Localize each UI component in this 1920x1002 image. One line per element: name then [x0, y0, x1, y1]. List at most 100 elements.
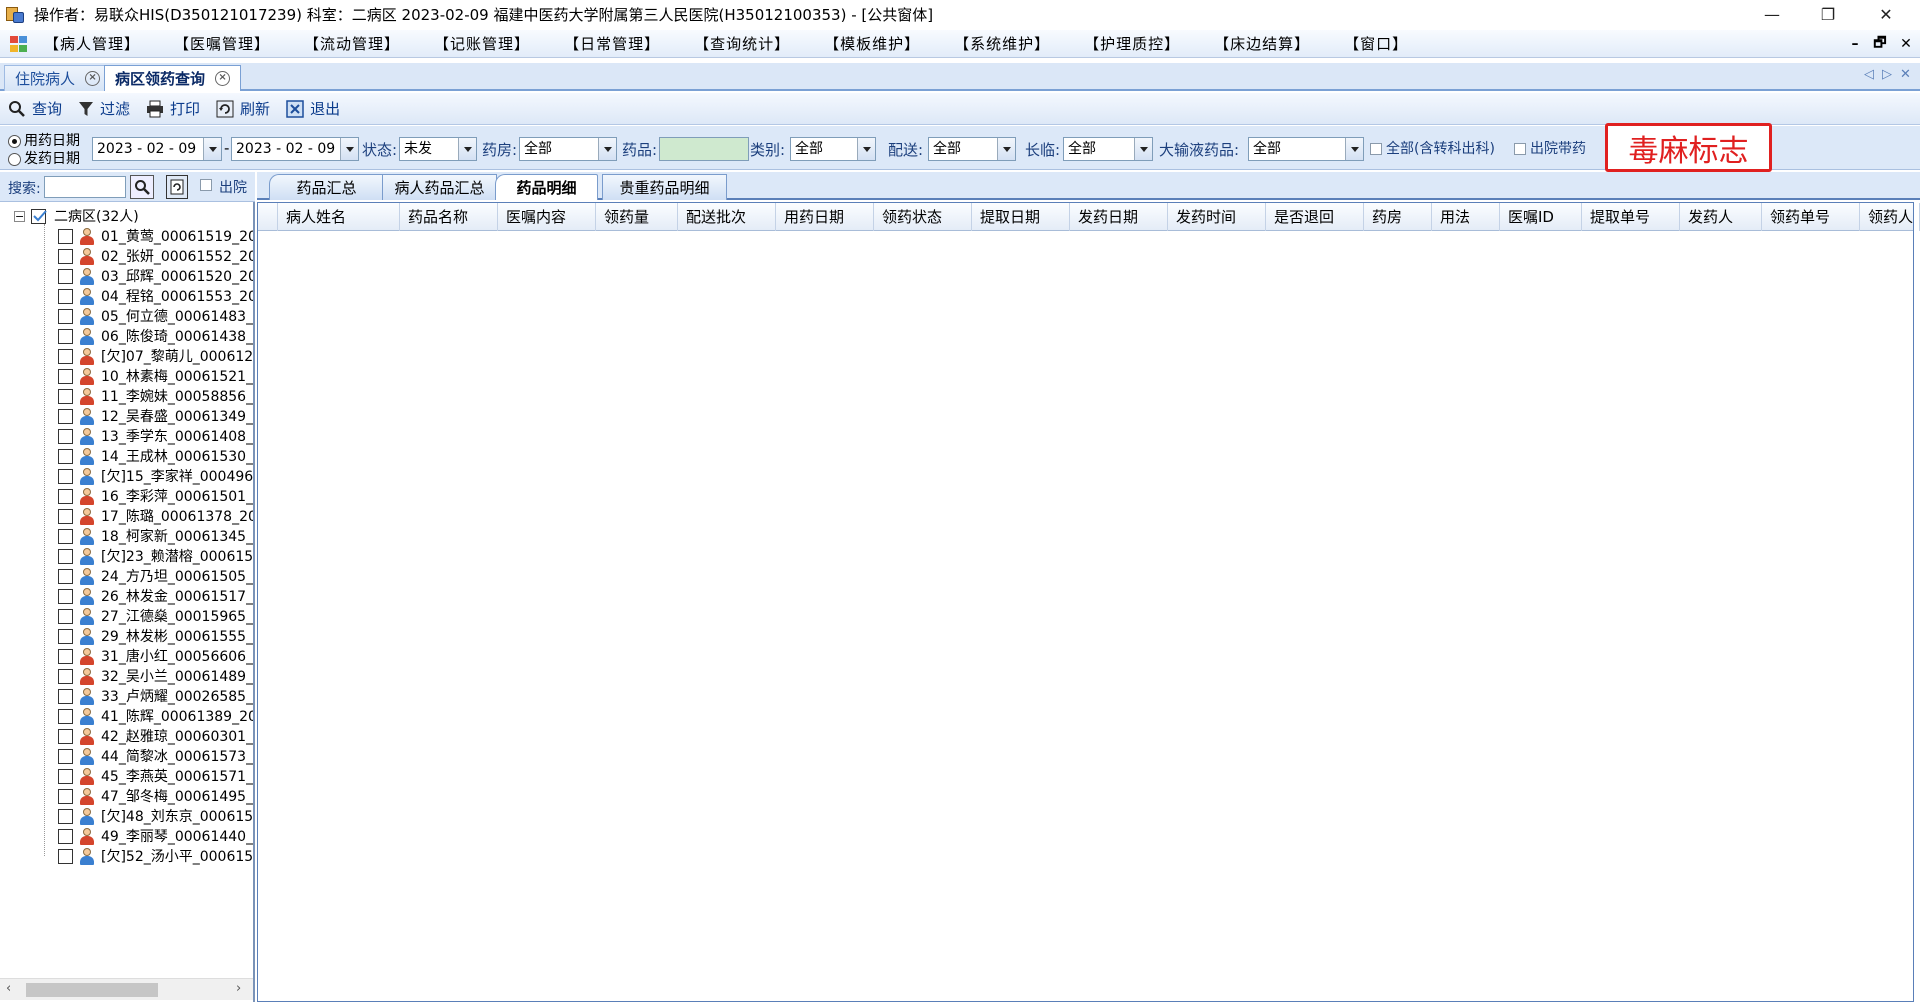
date-to-picker[interactable]: 2023 - 02 - 09 [231, 137, 359, 161]
column-header[interactable]: 是否退回 [1266, 203, 1364, 231]
patient-checkbox[interactable] [58, 288, 73, 304]
infusion-select[interactable]: 全部 [1248, 137, 1364, 161]
menu-bedside-settle[interactable]: 【床边结算】 [1214, 33, 1310, 54]
patient-checkbox[interactable] [58, 808, 73, 824]
patient-node[interactable]: [欠]48_刘东京_0006153 [58, 806, 253, 826]
patient-node[interactable]: 01_黄莺_00061519_2023 [58, 226, 253, 246]
patient-checkbox[interactable] [58, 308, 73, 324]
column-header[interactable]: 药房 [1364, 203, 1432, 231]
patient-node[interactable]: 44_简黎冰_00061573_20 [58, 746, 253, 766]
patient-node[interactable]: 42_赵雅琼_00060301_20 [58, 726, 253, 746]
patient-checkbox[interactable] [58, 488, 73, 504]
column-header[interactable]: 发药时间 [1168, 203, 1266, 231]
column-header[interactable]: 领药量 [596, 203, 678, 231]
search-button[interactable] [130, 175, 154, 199]
delivery-select[interactable]: 全部 [928, 137, 1016, 161]
column-header[interactable]: 发药人 [1680, 203, 1762, 231]
scroll-left-icon[interactable]: ◁ [1864, 67, 1874, 82]
column-header[interactable]: 发药日期 [1070, 203, 1168, 231]
patient-checkbox[interactable] [58, 468, 73, 484]
print-button[interactable]: 打印 [146, 98, 200, 119]
menu-daily[interactable]: 【日常管理】 [564, 33, 660, 54]
longtemp-select[interactable]: 全部 [1063, 137, 1153, 161]
column-header[interactable]: 医嘱ID [1500, 203, 1582, 231]
menu-template[interactable]: 【模板维护】 [824, 33, 920, 54]
patient-checkbox[interactable] [58, 828, 73, 844]
tab-drug-detail[interactable]: 药品明细 [495, 174, 598, 200]
column-header[interactable]: 领药单号 [1762, 203, 1860, 231]
patient-checkbox[interactable] [58, 788, 73, 804]
patient-checkbox[interactable] [58, 568, 73, 584]
collapse-icon[interactable]: − [14, 210, 25, 222]
mdi-minimize-button[interactable]: – [1843, 30, 1867, 58]
close-window-button[interactable]: ✕ [1858, 0, 1914, 28]
patient-checkbox[interactable] [58, 348, 73, 364]
menu-query-stats[interactable]: 【查询统计】 [694, 33, 790, 54]
discharge-checkbox[interactable] [200, 179, 212, 191]
patient-node[interactable]: 27_江德燊_00015965_20 [58, 606, 253, 626]
patient-checkbox[interactable] [58, 248, 73, 264]
patient-node[interactable]: 31_唐小红_00056606_20 [58, 646, 253, 666]
patient-node[interactable]: 18_柯家新_00061345_20 [58, 526, 253, 546]
patient-checkbox[interactable] [58, 628, 73, 644]
menu-orders[interactable]: 【医嘱管理】 [174, 33, 270, 54]
minimize-button[interactable]: — [1744, 0, 1800, 28]
patient-checkbox[interactable] [58, 508, 73, 524]
query-button[interactable]: 查询 [8, 98, 62, 119]
patient-checkbox[interactable] [58, 228, 73, 244]
patient-node[interactable]: [欠]23_赖潜榕_0006151 [58, 546, 253, 566]
patient-checkbox[interactable] [58, 708, 73, 724]
patient-node[interactable]: 47_邹冬梅_00061495_20 [58, 786, 253, 806]
patient-checkbox[interactable] [58, 448, 73, 464]
patient-node[interactable]: 03_邱辉_00061520_2023 [58, 266, 253, 286]
chevron-down-icon[interactable] [458, 138, 476, 160]
tab-inpatients[interactable]: 住院病人 × [4, 65, 112, 91]
column-header[interactable]: 领药状态 [874, 203, 972, 231]
ward-root-node[interactable]: − 二病区(32人) [14, 206, 139, 226]
close-icon[interactable]: × [85, 71, 101, 86]
patient-checkbox[interactable] [58, 548, 73, 564]
refresh-tree-button[interactable] [166, 175, 188, 199]
mdi-restore-button[interactable]: 🗗 [1868, 30, 1892, 58]
patient-checkbox[interactable] [58, 388, 73, 404]
patient-checkbox[interactable] [58, 608, 73, 624]
chevron-down-icon[interactable] [1345, 138, 1363, 160]
column-header[interactable]: 提取日期 [972, 203, 1070, 231]
patient-checkbox[interactable] [58, 268, 73, 284]
patient-node[interactable]: 12_吴春盛_00061349_20 [58, 406, 253, 426]
patient-node[interactable]: 05_何立德_00061483_20 [58, 306, 253, 326]
patient-node[interactable]: 49_李丽琴_00061440_20 [58, 826, 253, 846]
patient-node[interactable]: 24_方乃坦_00061505_20 [58, 566, 253, 586]
patient-node[interactable]: [欠]15_李家祥_0004969 [58, 466, 253, 486]
menu-window[interactable]: 【窗口】 [1344, 33, 1408, 54]
menu-flow[interactable]: 【流动管理】 [304, 33, 400, 54]
patient-node[interactable]: 45_李燕英_00061571_20 [58, 766, 253, 786]
scroll-right-icon[interactable]: › [236, 981, 241, 996]
menu-patient[interactable]: 【病人管理】 [44, 33, 140, 54]
patient-checkbox[interactable] [58, 728, 73, 744]
column-header[interactable]: 用法 [1432, 203, 1500, 231]
chevron-down-icon[interactable] [1134, 138, 1152, 160]
radio-dispense-date[interactable]: 发药日期 [8, 148, 80, 168]
patient-node[interactable]: 16_李彩萍_00061501_20 [58, 486, 253, 506]
pharmacy-select[interactable]: 全部 [519, 137, 617, 161]
patient-node[interactable]: 02_张妍_00061552_2023 [58, 246, 253, 266]
patient-node[interactable]: 14_王成林_00061530_20 [58, 446, 253, 466]
patient-node[interactable]: [欠]52_汤小平_0006154 [58, 846, 253, 866]
tab-valuable-drug-detail[interactable]: 贵重药品明细 [602, 174, 727, 200]
menu-billing[interactable]: 【记账管理】 [434, 33, 530, 54]
status-select[interactable]: 未发 [399, 137, 477, 161]
patient-checkbox[interactable] [58, 688, 73, 704]
mdi-close-button[interactable]: ✕ [1894, 30, 1918, 58]
chevron-down-icon[interactable] [203, 138, 221, 160]
column-header[interactable]: 配送批次 [678, 203, 776, 231]
patient-checkbox[interactable] [58, 668, 73, 684]
mdi-window-icon[interactable] [8, 34, 30, 54]
column-header[interactable]: 领药人 [1860, 203, 1920, 231]
patient-node[interactable]: 10_林素梅_00061521_20 [58, 366, 253, 386]
column-header[interactable]: 病人姓名 [278, 203, 400, 231]
menu-system[interactable]: 【系统维护】 [954, 33, 1050, 54]
close-all-icon[interactable]: ✕ [1900, 67, 1911, 82]
tab-patient-drug-summary[interactable]: 病人药品汇总 [382, 174, 497, 200]
exit-button[interactable]: 退出 [286, 98, 340, 119]
